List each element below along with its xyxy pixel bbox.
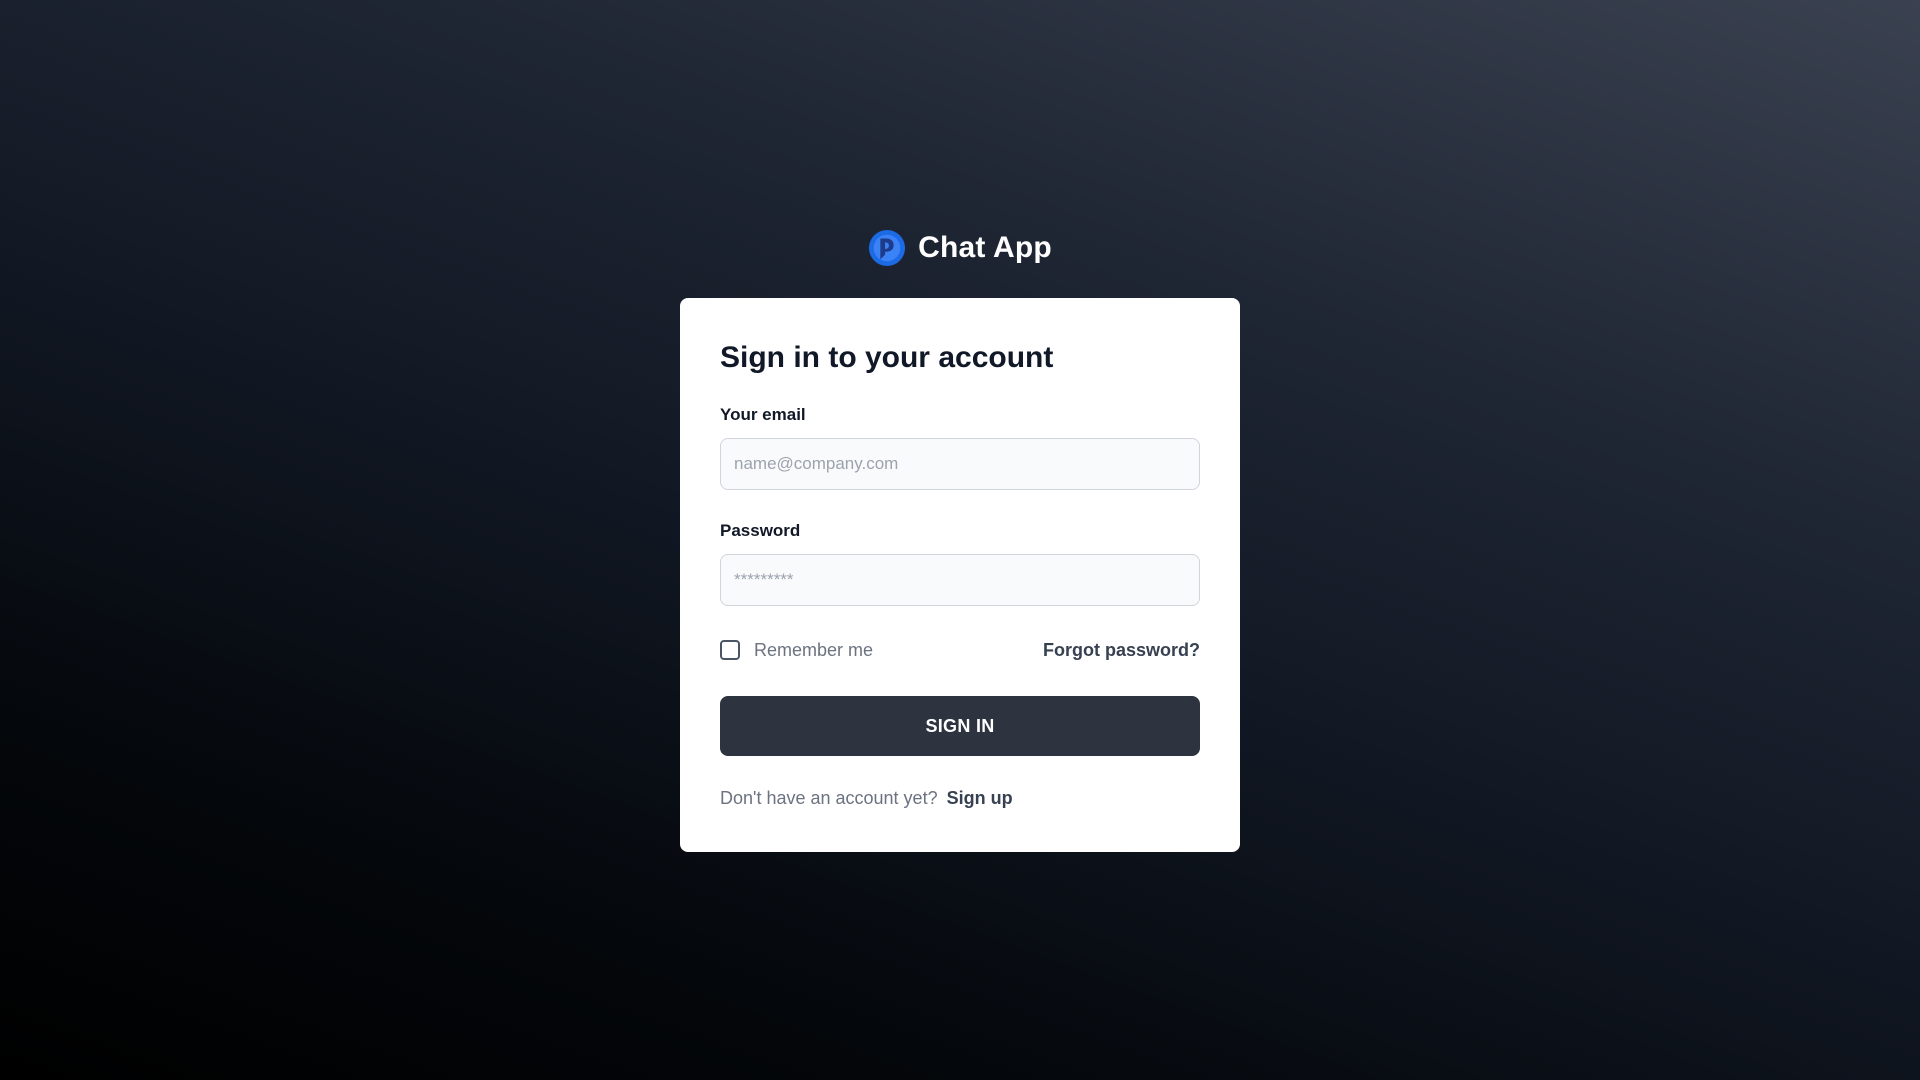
password-field[interactable] bbox=[720, 554, 1200, 606]
app-name: Chat App bbox=[918, 231, 1052, 264]
remember-me-checkbox[interactable] bbox=[720, 640, 740, 660]
options-row: Remember me Forgot password? bbox=[720, 638, 1200, 662]
sign-in-card: Sign in to your account Your email Passw… bbox=[680, 298, 1240, 852]
password-label: Password bbox=[720, 521, 801, 540]
forgot-password-link[interactable]: Forgot password? bbox=[1043, 640, 1200, 661]
chat-app-logo-icon bbox=[869, 229, 906, 267]
remember-me-label[interactable]: Remember me bbox=[754, 640, 873, 661]
sign-in-button[interactable]: SIGN IN bbox=[720, 696, 1200, 756]
signup-prompt: Don't have an account yet? bbox=[720, 788, 938, 808]
brand-header: Chat App bbox=[0, 228, 1920, 268]
email-field[interactable] bbox=[720, 438, 1200, 490]
email-label: Your email bbox=[720, 405, 806, 424]
sign-up-link[interactable]: Sign up bbox=[947, 788, 1013, 808]
signup-row: Don't have an account yet? Sign up bbox=[720, 786, 1200, 810]
page-title: Sign in to your account bbox=[720, 341, 1054, 374]
remember-me-group[interactable]: Remember me bbox=[720, 640, 873, 661]
